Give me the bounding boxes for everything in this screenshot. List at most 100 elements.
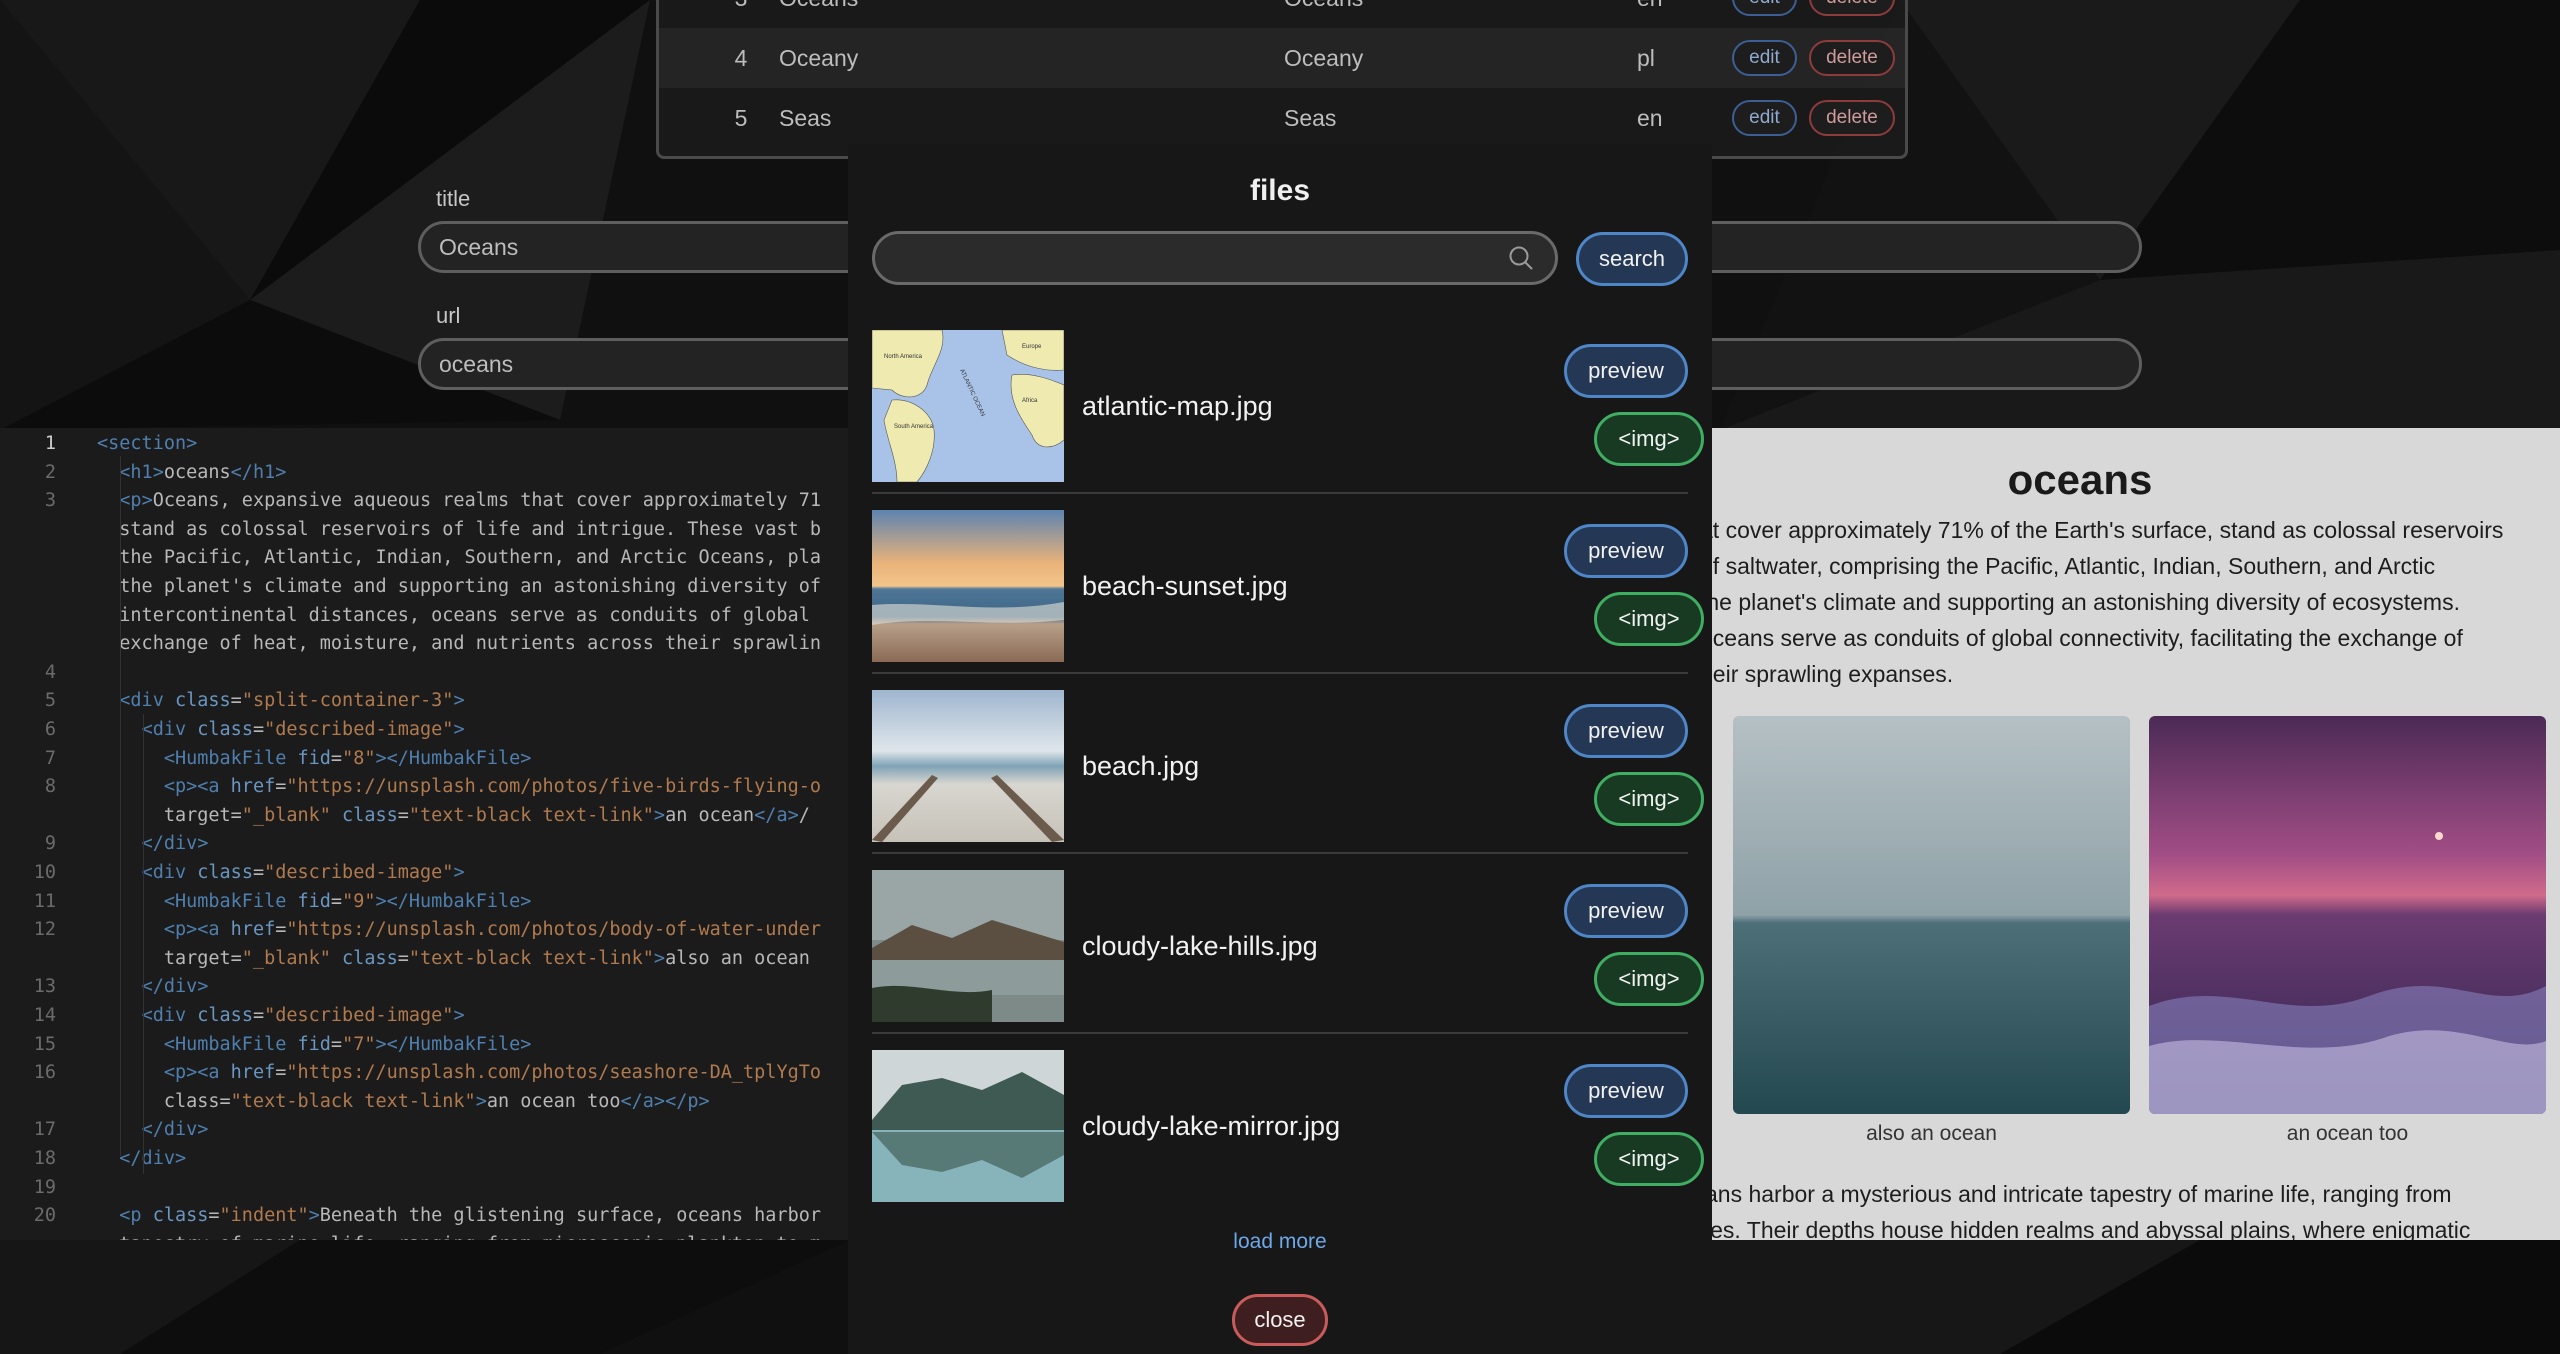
code-text: <HumbakFile fid="7"></HumbakFile> — [163, 1033, 532, 1055]
line-number: 5 — [44, 690, 56, 712]
title-label: title — [436, 186, 471, 211]
insert-img-button[interactable]: <img> — [1594, 1132, 1704, 1186]
file-item: cloudy-lake-mirror.jpg preview <img> — [872, 1050, 1704, 1202]
line-number: 16 — [33, 1062, 56, 1084]
insert-img-button[interactable]: <img> — [1594, 592, 1704, 646]
line-number: 19 — [33, 1176, 56, 1198]
row-title: Oceany — [779, 45, 859, 71]
file-name: beach.jpg — [1082, 751, 1200, 781]
delete-button[interactable]: delete — [1809, 40, 1895, 76]
indent-guide — [143, 714, 144, 1174]
code-text: <HumbakFile fid="9"></HumbakFile> — [163, 890, 532, 912]
code-text: exchange of heat, moisture, and nutrient… — [97, 633, 821, 655]
line-number: 1 — [44, 433, 56, 454]
preview-caption-2: also an ocean — [1866, 1122, 1997, 1145]
code-text: target="_blank" class="text-black text-l… — [97, 947, 810, 969]
divider — [872, 492, 1688, 494]
code-text: <HumbakFile fid="8"></HumbakFile> — [163, 747, 532, 769]
line-number: 13 — [33, 976, 56, 998]
edit-button[interactable]: edit — [1732, 100, 1797, 136]
file-thumbnail — [872, 510, 1064, 662]
preview-line: at cover approximately 71% of the Earth'… — [1700, 517, 2504, 543]
file-thumbnail — [872, 1050, 1064, 1202]
code-text: </div> — [119, 1148, 187, 1169]
load-more-link[interactable]: load more — [848, 1230, 1712, 1254]
file-name: cloudy-lake-mirror.jpg — [1082, 1111, 1341, 1141]
preview-button[interactable]: preview — [1564, 704, 1688, 758]
code-text: <div class="described-image"> — [141, 719, 465, 740]
code-text: <p>Oceans, expansive aqueous realms that… — [119, 490, 821, 512]
preview-title: oceans — [2007, 456, 2153, 503]
divider — [872, 852, 1688, 854]
code-text: <p><a href="https://unsplash.com/photos/… — [163, 776, 821, 798]
file-item: cloudy-lake-hills.jpg preview <img> — [872, 870, 1704, 1022]
code-text: class="text-black text-link">an ocean to… — [97, 1090, 710, 1112]
file-item: North America Europe Africa South Americ… — [872, 330, 1704, 482]
delete-button[interactable]: delete — [1809, 0, 1895, 16]
insert-img-button[interactable]: <img> — [1594, 952, 1704, 1006]
preview-line: ans harbor a mysterious and intricate ta… — [1705, 1181, 2452, 1207]
edit-button[interactable]: edit — [1732, 40, 1797, 76]
preview-intro: at cover approximately 71% of the Earth'… — [1700, 512, 2550, 692]
file-name: cloudy-lake-hills.jpg — [1082, 931, 1318, 961]
code-text: <div class="split-container-3"> — [119, 690, 465, 712]
insert-img-button[interactable]: <img> — [1594, 772, 1704, 826]
line-number: 20 — [33, 1205, 56, 1227]
edit-button[interactable]: edit — [1732, 0, 1797, 16]
table-row: 4 Oceany Oceany pl edit delete — [659, 28, 1905, 88]
row-id: 4 — [734, 45, 748, 71]
preview-button[interactable]: preview — [1564, 884, 1688, 938]
map-label: Africa — [1022, 398, 1038, 404]
line-number: 8 — [44, 776, 56, 798]
code-editor[interactable]: 1 <section> 2 <h1>oceans</h1> 3 <p>Oceans, … — [0, 428, 860, 1240]
search-button[interactable]: search — [1576, 232, 1688, 286]
content-preview: oceans at cover approximately 71% of the… — [1600, 428, 2560, 1240]
table-row: 5 Seas Seas en edit delete — [659, 88, 1905, 148]
file-thumbnail — [872, 690, 1064, 842]
preview-line: oceans serve as conduits of global conne… — [1700, 625, 2463, 651]
divider — [872, 672, 1688, 674]
url-label: url — [436, 303, 461, 328]
code-text: target="_blank" class="text-black text-l… — [97, 804, 810, 826]
preview-button[interactable]: preview — [1564, 524, 1688, 578]
row-title: Oceans — [779, 0, 858, 28]
line-number: 3 — [44, 490, 56, 512]
row-id: 5 — [734, 105, 748, 131]
row-url: Oceany — [1284, 45, 1364, 71]
code-text: tapestry of marine life, ranging from mi… — [97, 1231, 821, 1240]
file-search-input[interactable] — [872, 231, 1558, 285]
row-lang: en — [1637, 105, 1663, 131]
file-item: beach.jpg preview <img> — [872, 690, 1704, 842]
code-text: <div class="described-image"> — [141, 862, 465, 883]
line-number: 18 — [33, 1148, 56, 1169]
row-title: Seas — [779, 105, 832, 131]
table-row: 3 Oceans Oceans en edit delete — [659, 0, 1905, 28]
preview-image-3 — [2149, 716, 2546, 1114]
line-number: 10 — [33, 862, 56, 883]
code-text: <p class="indent">Beneath the glistening… — [119, 1205, 821, 1227]
line-number: 17 — [33, 1119, 56, 1141]
code-text: intercontinental distances, oceans serve… — [97, 604, 821, 626]
preview-line: the planet's climate and supporting an a… — [1700, 589, 2460, 615]
line-number: 2 — [44, 461, 56, 483]
file-name: beach-sunset.jpg — [1082, 571, 1288, 601]
code-text: </div> — [141, 1119, 209, 1141]
insert-img-button[interactable]: <img> — [1594, 412, 1704, 466]
line-number: 11 — [33, 890, 56, 912]
file-thumbnail — [872, 870, 1064, 1022]
code-text: <section> — [97, 433, 198, 454]
close-button[interactable]: close — [1232, 1294, 1328, 1346]
preview-button[interactable]: preview — [1564, 1064, 1688, 1118]
preview-button[interactable]: preview — [1564, 344, 1688, 398]
code-text: </div> — [141, 976, 209, 998]
code-text: <div class="described-image"> — [141, 1005, 465, 1026]
preview-image-2 — [1733, 716, 2130, 1114]
preview-line: heir sprawling expanses. — [1700, 661, 1954, 687]
row-lang: pl — [1637, 45, 1655, 71]
delete-button[interactable]: delete — [1809, 100, 1895, 136]
map-label: Europe — [1022, 344, 1042, 350]
search-icon — [1509, 246, 1533, 270]
code-text: the planet's climate and supporting an a… — [97, 576, 821, 597]
file-thumbnail: North America Europe Africa South Americ… — [872, 330, 1064, 482]
preview-line: of saltwater, comprising the Pacific, At… — [1700, 553, 2436, 579]
